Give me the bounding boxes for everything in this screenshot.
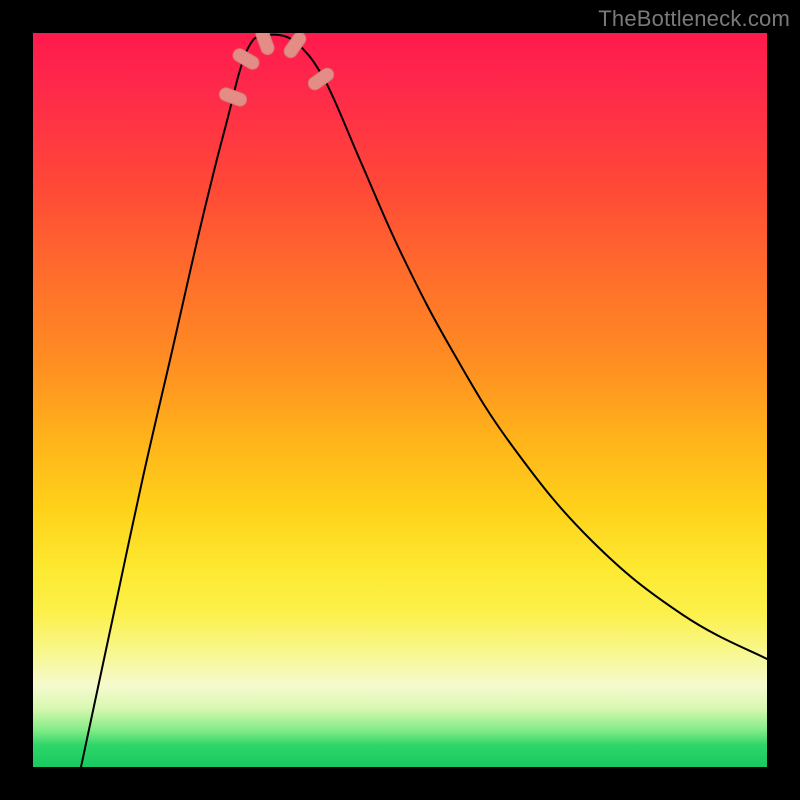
bottleneck-curve [81,35,767,767]
marker-1 [218,86,249,108]
curve-layer [33,33,767,767]
plot-area [33,33,767,767]
chart-frame: TheBottleneck.com [0,0,800,800]
marker-3 [254,33,276,56]
watermark-text: TheBottleneck.com [598,6,790,32]
marker-5 [306,66,336,93]
